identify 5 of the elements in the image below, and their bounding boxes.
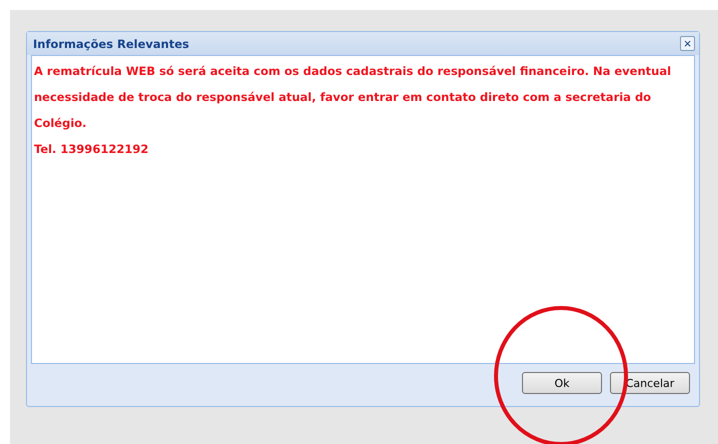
dialog-title: Informações Relevantes [33,36,190,50]
ok-button[interactable]: Ok [522,372,602,394]
message-text: A rematrícula WEB só será aceita com os dados cadastrais do responsável financeiro. Na eventual necessidade de troca do responsável atual, favor entrar em contato direto com a secretaria do Colégio. [34,63,672,132]
message-text: Tel. 13996122192 [34,141,150,158]
close-button[interactable]: × [680,36,695,51]
